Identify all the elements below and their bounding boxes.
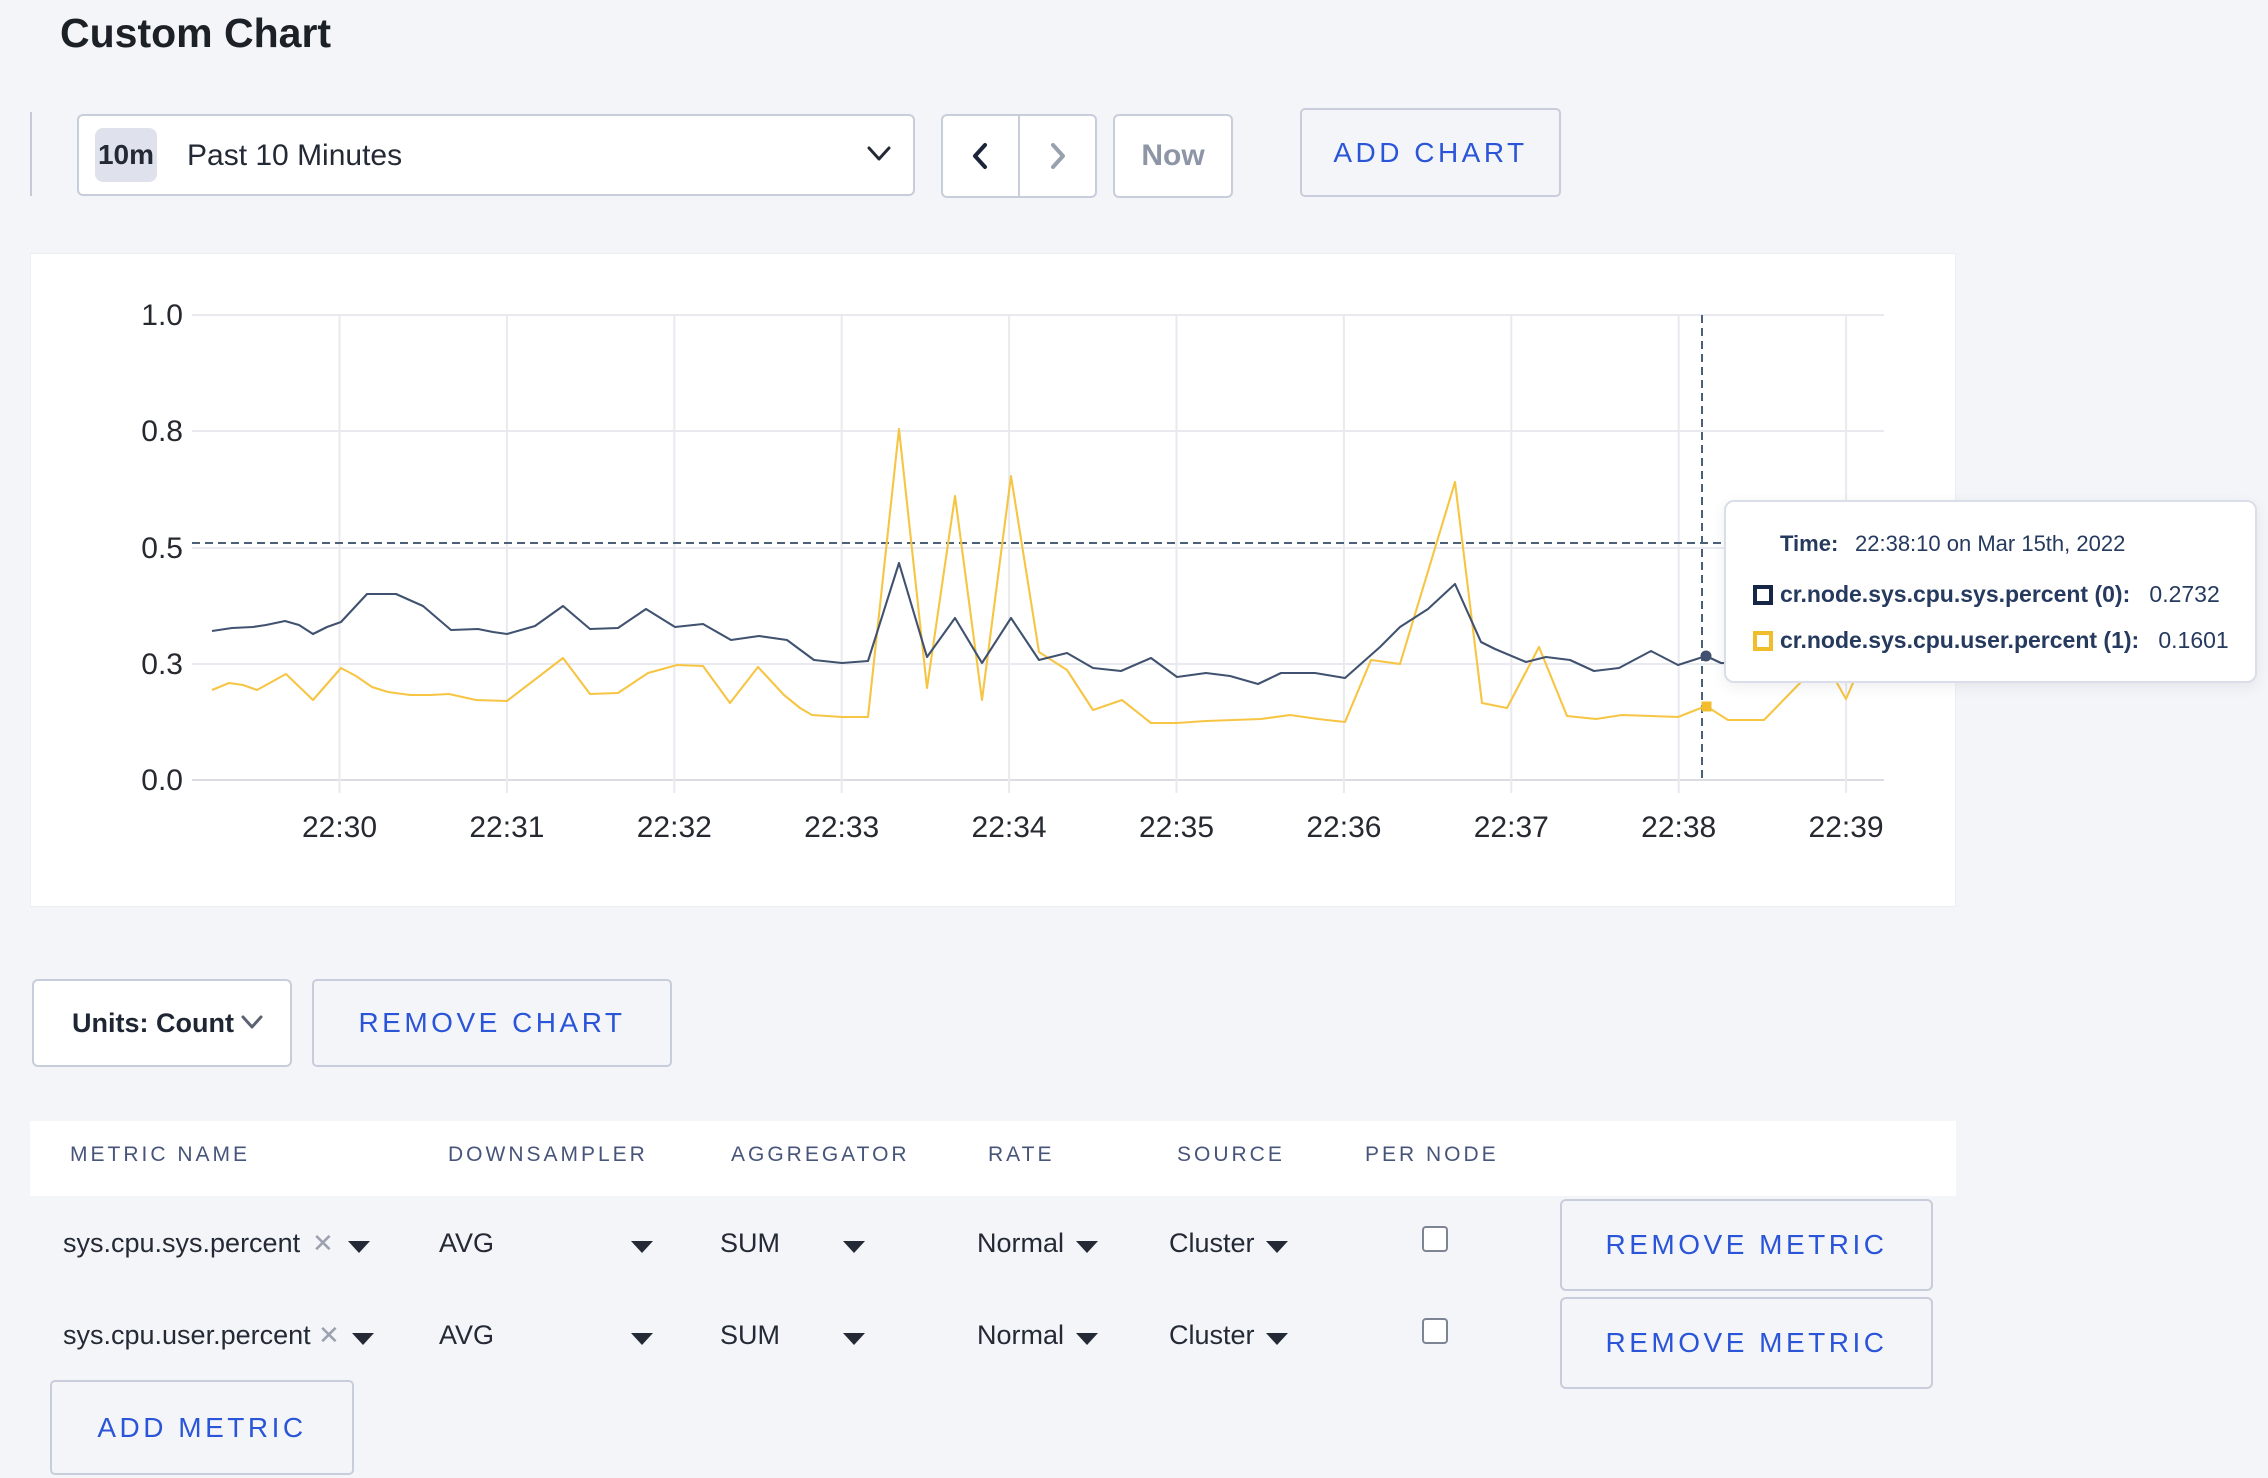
- svg-text:0.5: 0.5: [141, 532, 183, 565]
- svg-text:22:34: 22:34: [972, 811, 1047, 844]
- svg-text:1.0: 1.0: [141, 299, 183, 332]
- svg-text:22:36: 22:36: [1306, 811, 1381, 844]
- svg-text:22:31: 22:31: [469, 811, 544, 844]
- svg-text:22:39: 22:39: [1809, 811, 1884, 844]
- svg-text:0.8: 0.8: [141, 415, 183, 448]
- svg-text:22:30: 22:30: [302, 811, 377, 844]
- svg-text:0.3: 0.3: [141, 648, 183, 681]
- svg-text:22:37: 22:37: [1474, 811, 1549, 844]
- svg-text:22:38: 22:38: [1641, 811, 1716, 844]
- svg-text:22:33: 22:33: [804, 811, 879, 844]
- svg-text:22:32: 22:32: [637, 811, 712, 844]
- svg-text:22:35: 22:35: [1139, 811, 1214, 844]
- svg-text:0.0: 0.0: [141, 764, 183, 797]
